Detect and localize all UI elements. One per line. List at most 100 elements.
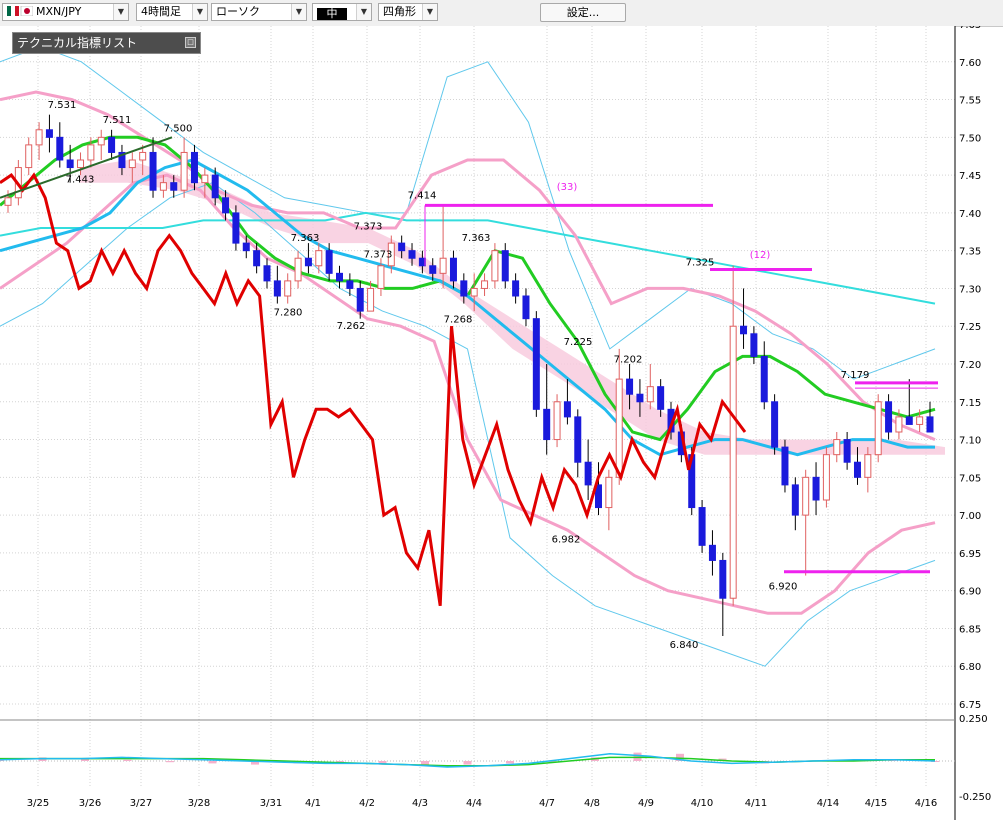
candle-body xyxy=(501,250,509,282)
price-label: 7.325 xyxy=(686,258,715,269)
y-tick-label: 7.65 xyxy=(959,26,981,31)
candle-body xyxy=(916,416,924,425)
shape-select[interactable]: 四角形 ▼ xyxy=(378,3,438,21)
sub-histogram-bar xyxy=(463,761,472,765)
candle-body xyxy=(460,280,468,297)
candle-body xyxy=(791,484,799,516)
candle-body xyxy=(543,408,551,441)
y-tick-label: 6.90 xyxy=(959,587,981,598)
chevron-down-icon[interactable]: ▼ xyxy=(422,4,437,20)
candle-body xyxy=(760,355,768,403)
toolbar: MXN/JPY ▼ 4時間足 ▼ ローソク ▼ 中 ▼ 四角形 ▼ 設定... xyxy=(0,0,1003,27)
candle-body xyxy=(284,280,292,297)
x-tick-label: 4/10 xyxy=(691,798,713,809)
candle-body xyxy=(367,287,375,312)
chevron-down-icon[interactable]: ▼ xyxy=(113,4,128,20)
indicator-list-panel[interactable]: テクニカル指標リスト □ xyxy=(12,32,201,54)
timeframe-label: 4時間足 xyxy=(141,5,181,18)
line-color-swatch: 中 xyxy=(317,8,347,20)
candle-body xyxy=(242,242,250,252)
candle-body xyxy=(356,287,364,312)
candle-body xyxy=(895,416,903,433)
candle-body xyxy=(325,250,333,274)
annotation-label: (33) xyxy=(557,182,578,193)
candle-body xyxy=(45,129,53,138)
price-label: 7.363 xyxy=(291,233,320,244)
candle-body xyxy=(584,461,592,486)
candle-body xyxy=(905,416,913,425)
candle-body xyxy=(304,257,312,267)
chevron-down-icon[interactable]: ▼ xyxy=(356,4,371,20)
candle-body xyxy=(77,159,85,169)
candle-body xyxy=(833,439,841,456)
sub-histogram-bar xyxy=(123,759,132,761)
chevron-down-icon[interactable]: ▼ xyxy=(192,4,207,20)
candle-body xyxy=(35,129,43,146)
price-label: 7.268 xyxy=(444,315,473,326)
candle-body xyxy=(139,151,147,161)
candle-body xyxy=(128,159,136,169)
price-label: 6.920 xyxy=(769,582,798,593)
candle-body xyxy=(159,182,167,191)
price-label: 7.225 xyxy=(564,337,593,348)
y-tick-label: 7.60 xyxy=(959,58,981,69)
candle-body xyxy=(418,257,426,267)
candle-body xyxy=(25,144,33,169)
sub-histogram-bar xyxy=(506,761,514,764)
symbol-select[interactable]: MXN/JPY ▼ xyxy=(2,3,129,21)
candle-body xyxy=(532,318,540,410)
candle-body xyxy=(87,144,95,161)
candle-body xyxy=(874,401,882,456)
candle-body xyxy=(636,393,644,403)
candle-body xyxy=(781,446,789,486)
chart-style-label: ローソク xyxy=(216,5,260,18)
sub-y-tick-label: 0.250 xyxy=(959,714,988,725)
candle-body xyxy=(97,136,105,146)
line-width-select[interactable]: 中 ▼ xyxy=(312,3,372,21)
candle-body xyxy=(190,151,198,184)
timeframe-select[interactable]: 4時間足 ▼ xyxy=(136,3,208,21)
price-label: 7.531 xyxy=(48,100,77,111)
candle-body xyxy=(864,454,872,478)
chart-style-select[interactable]: ローソク ▼ xyxy=(211,3,307,21)
price-label: 7.179 xyxy=(841,370,870,381)
symbol-label: MXN/JPY xyxy=(36,5,82,18)
candle-body xyxy=(273,280,281,297)
x-tick-label: 3/27 xyxy=(130,798,152,809)
candle-body xyxy=(180,151,188,191)
settings-button[interactable]: 設定... xyxy=(540,3,626,22)
x-tick-label: 4/11 xyxy=(745,798,767,809)
price-label: 7.511 xyxy=(103,115,132,126)
candle-body xyxy=(605,476,613,509)
candle-body xyxy=(708,544,716,561)
chart-area[interactable]: 7.65 7.60 7.55 7.50 7.45 7.40 7.35 7.30 7.25 7.20… xyxy=(0,26,1003,820)
x-tick-label: 4/14 xyxy=(817,798,839,809)
expand-icon[interactable]: □ xyxy=(185,37,196,48)
x-tick-label: 4/8 xyxy=(584,798,600,809)
y-tick-label: 7.05 xyxy=(959,473,981,484)
sub-y-tick-label: -0.250 xyxy=(959,792,991,803)
candle-body xyxy=(149,151,157,191)
candle-body xyxy=(853,461,861,478)
candle-body xyxy=(377,265,385,289)
price-label: 7.443 xyxy=(66,174,95,185)
y-tick-label: 7.35 xyxy=(959,247,981,258)
price-label: 7.280 xyxy=(274,308,303,319)
candle-body xyxy=(553,401,561,441)
candle-body xyxy=(729,325,737,599)
candle-body xyxy=(802,476,810,516)
price-label: 6.982 xyxy=(552,535,581,546)
candle-body xyxy=(315,250,323,267)
price-label: 6.840 xyxy=(670,640,699,651)
candle-body xyxy=(646,386,654,403)
y-tick-label: 7.55 xyxy=(959,96,981,107)
candle-body xyxy=(429,265,437,274)
indicator-list-title: テクニカル指標リスト xyxy=(17,36,138,50)
candle-body xyxy=(253,250,261,267)
x-tick-label: 4/3 xyxy=(412,798,428,809)
y-tick-label: 7.15 xyxy=(959,398,981,409)
chevron-down-icon[interactable]: ▼ xyxy=(291,4,306,20)
y-tick-label: 7.30 xyxy=(959,284,981,295)
candle-body xyxy=(750,333,758,357)
shape-label: 四角形 xyxy=(383,5,416,18)
